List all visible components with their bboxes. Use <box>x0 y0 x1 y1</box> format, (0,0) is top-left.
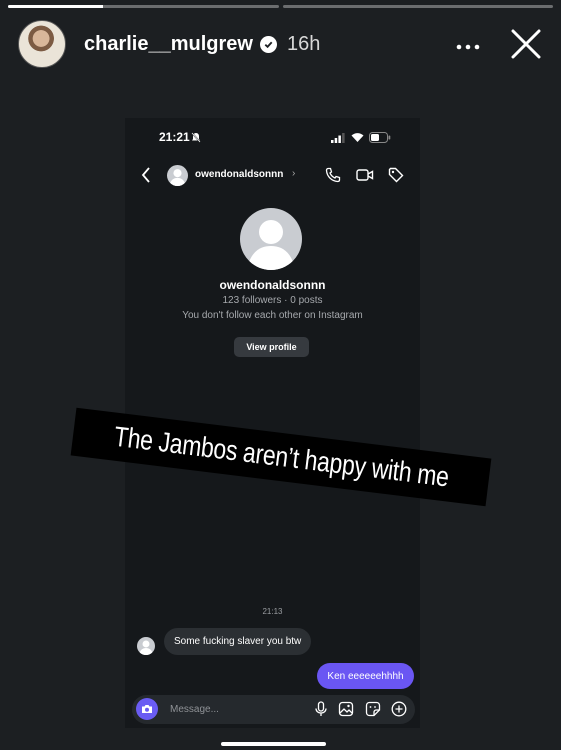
message-composer <box>132 695 415 724</box>
dm-username[interactable]: owendonaldsonnn <box>195 169 283 180</box>
outgoing-message[interactable]: Ken eeeeeehhhh <box>317 663 414 689</box>
microphone-icon[interactable] <box>313 701 329 717</box>
home-indicator <box>221 742 326 746</box>
bell-muted-icon <box>191 132 201 143</box>
back-chevron-icon[interactable] <box>141 167 151 183</box>
status-time: 21:21 <box>159 130 190 144</box>
phone-icon[interactable] <box>325 167 341 183</box>
close-icon <box>511 29 541 59</box>
progress-segment <box>8 5 279 8</box>
more-horizontal-icon <box>456 44 480 49</box>
message-timestamp: 21:13 <box>262 607 283 616</box>
message-input[interactable] <box>170 700 300 718</box>
follow-status-note: You don't follow each other on Instagram <box>182 310 363 321</box>
dm-header: owendonaldsonnn › <box>125 164 420 188</box>
more-options-button[interactable] <box>453 33 483 56</box>
signal-icon <box>331 133 345 143</box>
profile-picture[interactable] <box>240 208 302 270</box>
story-username[interactable]: charlie__mulgrew <box>84 33 253 56</box>
story-header: charlie__mulgrew 16h <box>18 20 551 68</box>
default-avatar-icon <box>169 169 186 186</box>
default-avatar-icon <box>247 220 295 270</box>
wifi-icon <box>351 133 364 142</box>
close-button[interactable] <box>509 27 543 61</box>
avatar[interactable] <box>18 20 66 68</box>
progress-segment <box>282 5 553 8</box>
verified-badge-icon <box>259 35 277 53</box>
camera-icon <box>142 705 152 713</box>
camera-button[interactable] <box>136 698 158 720</box>
plus-circle-icon[interactable] <box>391 701 407 717</box>
sticker-icon[interactable] <box>365 701 381 717</box>
story-progress <box>8 5 553 8</box>
status-bar: 21:21 <box>125 130 420 146</box>
incoming-message[interactable]: Some fucking slaver you btw <box>164 628 312 655</box>
view-profile-button[interactable]: View profile <box>234 337 309 357</box>
profile-stats: 123 followers · 0 posts <box>222 295 323 306</box>
sender-avatar <box>137 637 155 655</box>
progress-fill <box>8 5 103 8</box>
dm-avatar[interactable] <box>167 165 188 186</box>
gallery-icon[interactable] <box>338 701 354 717</box>
default-avatar-icon <box>139 640 153 655</box>
story-time: 16h <box>286 32 321 55</box>
profile-name: owendonaldsonnn <box>219 278 326 292</box>
chevron-right-icon: › <box>292 168 296 179</box>
video-camera-icon[interactable] <box>356 167 374 183</box>
battery-icon <box>369 132 391 143</box>
tag-icon[interactable] <box>388 167 404 183</box>
